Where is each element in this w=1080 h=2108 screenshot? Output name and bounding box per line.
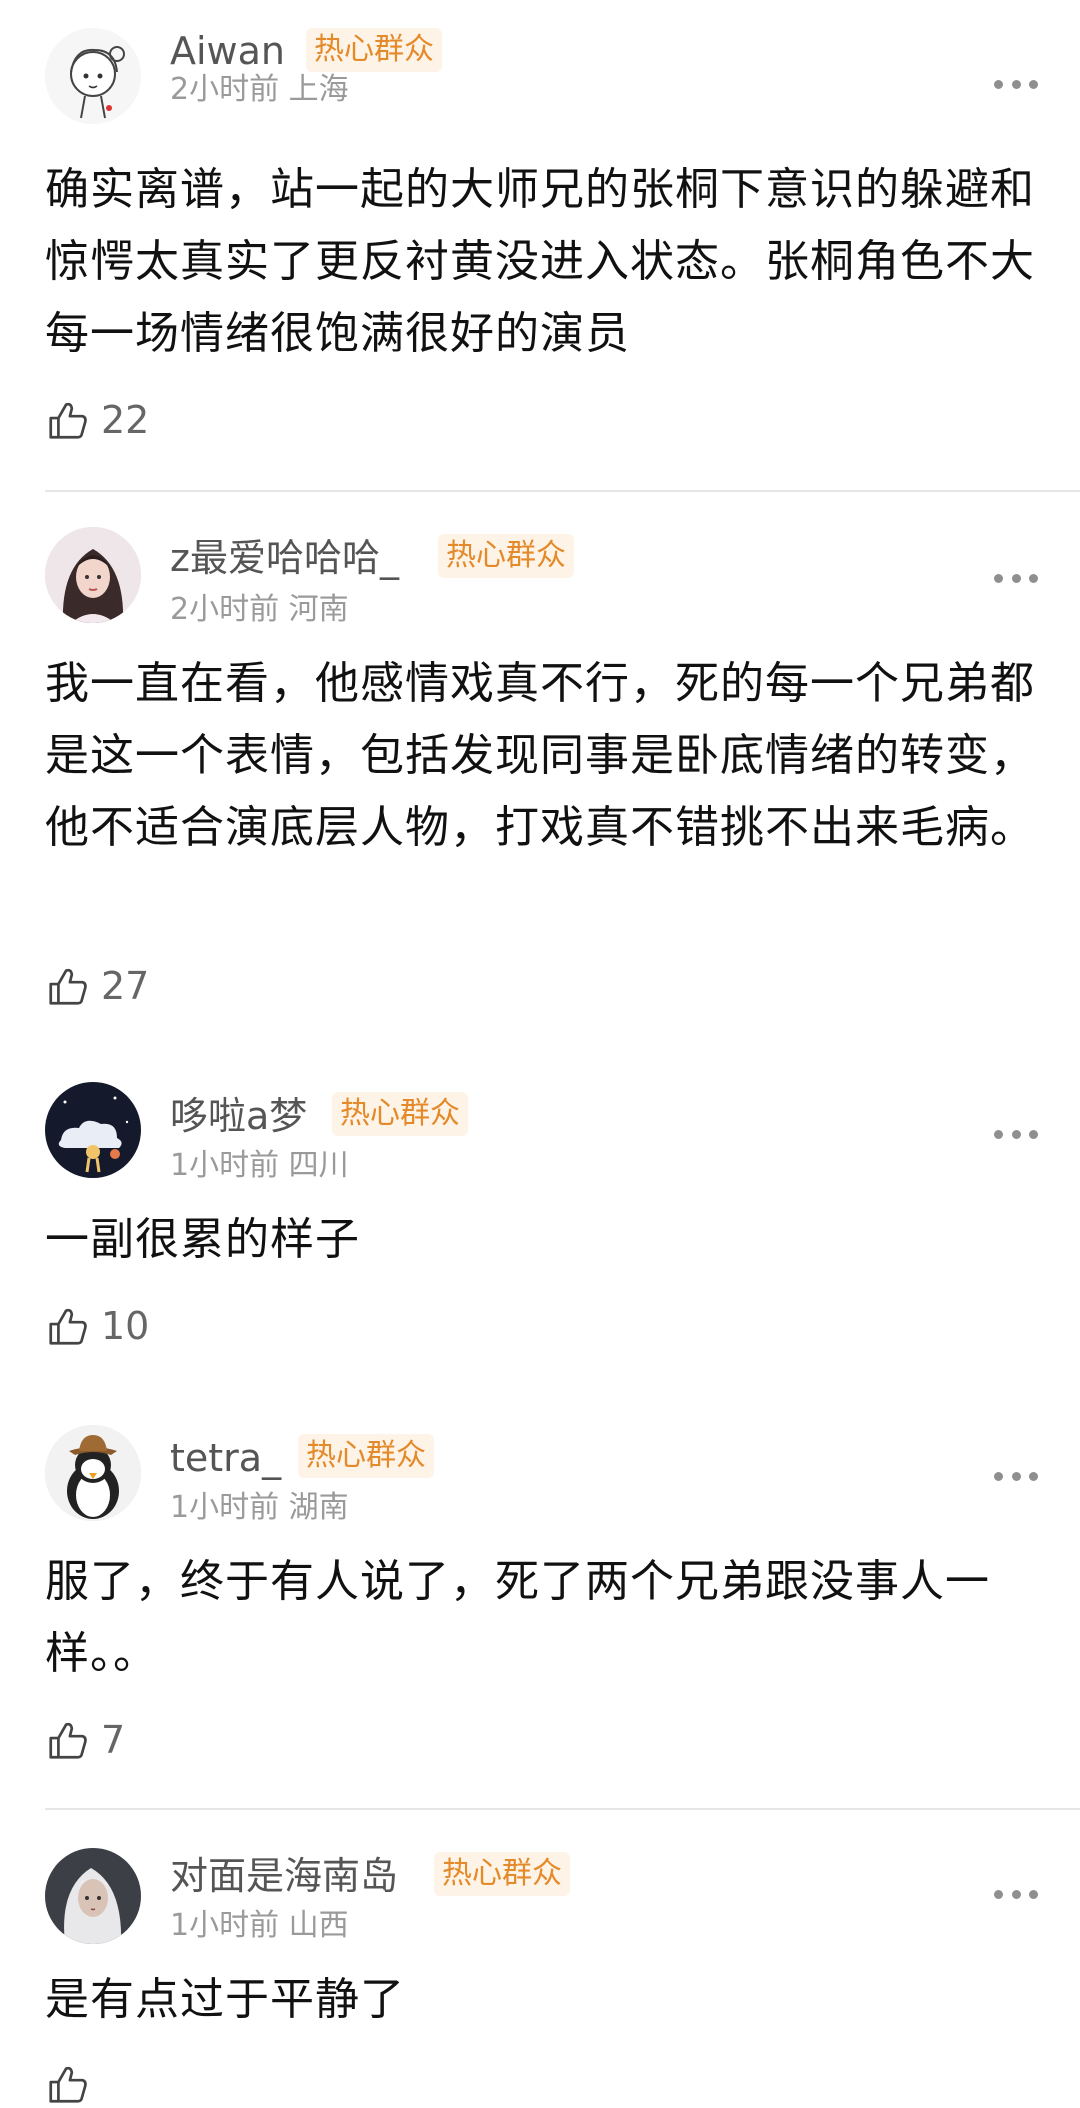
avatar[interactable] (45, 527, 141, 623)
thumbs-up-icon (49, 1308, 87, 1345)
more-options-button[interactable] (994, 78, 1038, 90)
comment-location: 河南 (288, 592, 349, 627)
comment-text: 我一直在看，他感情戏真不行，死的每一个兄弟都是这一个表情，包括发现同事是卧底情绪… (45, 658, 1035, 853)
more-dots-icon (994, 1471, 1003, 1481)
username[interactable]: z最爱哈哈哈_ (170, 535, 399, 581)
comment-meta: 2小时前 河南 (170, 592, 349, 628)
avatar[interactable] (45, 1848, 141, 1944)
thumbs-up-icon (49, 968, 87, 1005)
more-dot (1029, 1889, 1038, 1899)
comment-location: 山西 (288, 1908, 349, 1943)
comment-time: 1小时前 (170, 1490, 280, 1525)
like-count: 22 (101, 398, 150, 442)
divider (45, 1808, 1080, 1810)
more-dot (1029, 1471, 1038, 1481)
comment-text: 一副很累的样子 (45, 1214, 360, 1265)
more-dots-icon (994, 1889, 1003, 1899)
comment-meta: 2小时前 上海 (170, 72, 349, 108)
more-dots-icon (994, 1129, 1003, 1139)
divider (45, 490, 1080, 492)
like-button[interactable]: 10 (45, 1302, 149, 1350)
comment-time: 2小时前 (170, 72, 280, 107)
username[interactable]: 哆啦a梦 (170, 1093, 307, 1139)
comment-text: 服了，终于有人说了，死了两个兄弟跟没事人一样。。 (45, 1556, 990, 1679)
sketch-girl-avatar-icon (45, 28, 141, 124)
like-count: 7 (101, 1718, 126, 1762)
thumbs-up-icon (49, 402, 87, 439)
avatar[interactable] (45, 1425, 141, 1521)
more-options-button[interactable] (994, 572, 1038, 584)
comment-meta: 1小时前 山西 (170, 1908, 349, 1944)
user-badge: 热心群众 (438, 534, 574, 578)
more-options-button[interactable] (994, 1888, 1038, 1900)
penguin-cowboy-avatar-icon (45, 1425, 141, 1521)
comment-location: 上海 (288, 72, 349, 107)
comment-location: 四川 (288, 1148, 349, 1183)
thumbs-up-icon (49, 2066, 87, 2103)
white-hair-avatar-icon (45, 1848, 141, 1944)
user-badge: 热心群众 (332, 1092, 468, 1136)
comment-meta: 1小时前 湖南 (170, 1490, 349, 1526)
like-count: 10 (101, 1304, 150, 1348)
thumbs-up-icon (49, 1722, 87, 1759)
more-dots-icon (994, 573, 1003, 583)
like-count: 27 (101, 964, 150, 1008)
more-dot (1029, 1129, 1038, 1139)
comment-time: 2小时前 (170, 592, 280, 627)
user-badge: 热心群众 (306, 28, 442, 72)
avatar[interactable] (45, 28, 141, 124)
more-dot (1011, 1129, 1021, 1139)
more-dot (1011, 79, 1021, 89)
like-button[interactable] (45, 2060, 101, 2108)
more-dot (1029, 573, 1038, 583)
more-options-button[interactable] (994, 1128, 1038, 1140)
more-dots-icon (994, 79, 1003, 89)
night-sky-avatar-icon (45, 1082, 141, 1178)
more-dot (1011, 1471, 1021, 1481)
woman-portrait-avatar-icon (45, 527, 141, 623)
comment-text: 确实离谱，站一起的大师兄的张桐下意识的躲避和惊愕太真实了更反衬黄没进入状态。张桐… (45, 164, 1035, 359)
like-button[interactable]: 22 (45, 396, 149, 444)
username[interactable]: Aiwan (170, 28, 285, 74)
user-badge: 热心群众 (298, 1434, 434, 1478)
comment-time: 1小时前 (170, 1908, 280, 1943)
comment-location: 湖南 (288, 1490, 349, 1525)
avatar[interactable] (45, 1082, 141, 1178)
comment-meta: 1小时前 四川 (170, 1148, 349, 1184)
more-dot (1011, 573, 1021, 583)
comment-list: Aiwan 热心群众 2小时前 上海 确实离谱，站一起的大师兄的张桐下意识的躲避… (0, 0, 1080, 2103)
comment-time: 1小时前 (170, 1148, 280, 1183)
like-button[interactable]: 7 (45, 1716, 125, 1764)
user-badge: 热心群众 (434, 1852, 570, 1896)
username[interactable]: 对面是海南岛 (170, 1853, 398, 1899)
more-options-button[interactable] (994, 1470, 1038, 1482)
comment-text: 是有点过于平静了 (45, 1974, 405, 2025)
more-dot (1029, 79, 1038, 89)
username[interactable]: tetra_ (170, 1435, 281, 1481)
more-dot (1011, 1889, 1021, 1899)
like-button[interactable]: 27 (45, 962, 149, 1010)
